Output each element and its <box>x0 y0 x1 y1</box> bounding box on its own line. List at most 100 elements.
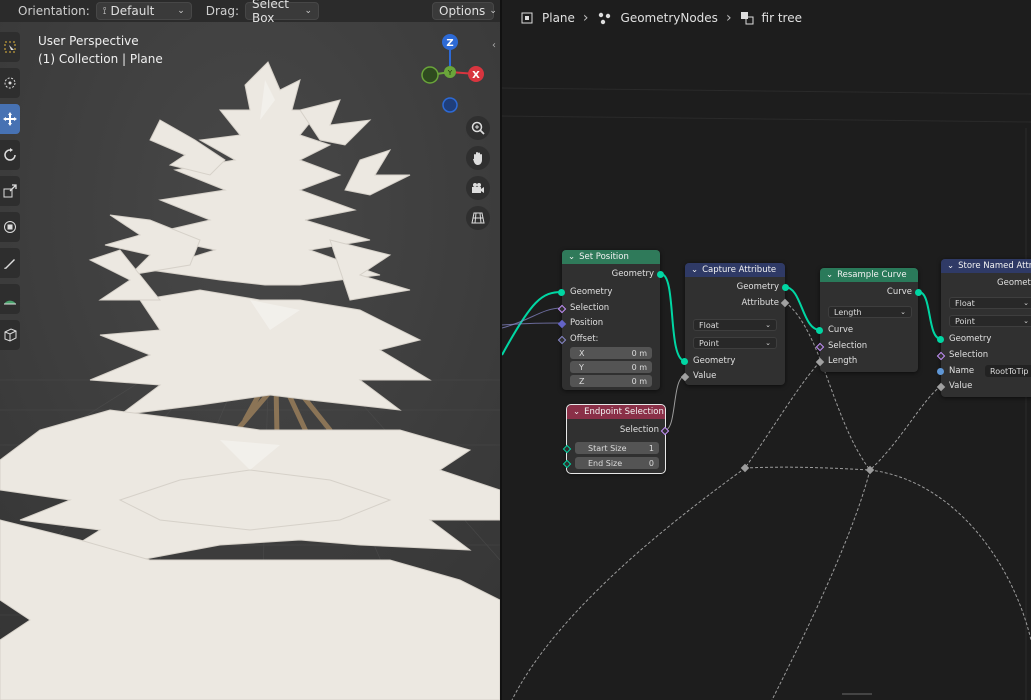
node-resample-curve[interactable]: ⌄ Resample Curve Curve Length ⌄ Curve Sel… <box>815 268 922 372</box>
3d-viewport[interactable]: Orientation: ⟟ Default ⌄ Drag: Select Bo… <box>0 0 500 700</box>
socket-output-curve[interactable] <box>915 289 922 296</box>
output-geometry: Geometry <box>997 277 1031 289</box>
tool-add-cube[interactable] <box>0 320 20 350</box>
tool-select-box[interactable] <box>0 32 20 62</box>
socket-input-curve[interactable] <box>816 327 823 334</box>
node-header[interactable]: ⌄ Store Named Attribute <box>941 259 1031 273</box>
socket-output-geometry[interactable] <box>782 284 789 291</box>
input-position: Position <box>570 317 603 329</box>
node-header[interactable]: ⌄ Endpoint Selection <box>567 405 665 419</box>
collapse-arrow-icon[interactable]: ‹ <box>492 40 496 51</box>
mode-select[interactable]: Length ⌄ <box>828 306 912 318</box>
tool-transform[interactable] <box>0 212 20 242</box>
viewport-info: User Perspective (1) Collection | Plane <box>38 32 163 68</box>
tool-annotate[interactable] <box>0 248 20 278</box>
nav-pan-button[interactable] <box>466 146 490 170</box>
socket-label: Selection <box>570 303 610 313</box>
input-curve: Curve <box>828 324 853 336</box>
node-editor[interactable]: Plane › GeometryNodes › fir tree ⌄ Set P… <box>502 0 1031 700</box>
offset-z-field[interactable]: Z 0 m <box>570 375 652 387</box>
domain-select[interactable]: Point ⌄ <box>693 337 777 349</box>
field-value: 0 m <box>631 362 647 372</box>
socket-label: Position <box>570 318 604 328</box>
collapse-chevron-icon[interactable]: ⌄ <box>826 270 833 280</box>
node-header[interactable]: ⌄ Capture Attribute <box>685 263 785 277</box>
nav-zoom-button[interactable] <box>466 116 490 140</box>
reroute-node[interactable] <box>740 463 750 473</box>
node-header[interactable]: ⌄ Resample Curve <box>820 268 918 282</box>
field-value: 0 m <box>631 348 647 358</box>
socket-input-geometry[interactable] <box>937 336 944 343</box>
socket-label: Geometry <box>570 287 613 297</box>
node-capture-attribute[interactable]: ⌄ Capture Attribute Geometry Attribute F… <box>680 263 790 385</box>
gizmo-x-label: X <box>472 70 480 81</box>
grid-icon <box>471 212 485 224</box>
tool-cursor[interactable] <box>0 68 20 98</box>
node-header[interactable]: ⌄ Set Position <box>562 250 660 264</box>
node-store-named-attribute[interactable]: ⌄ Store Named Attribute Geometry Float ⌄ … <box>936 259 1031 397</box>
node-set-position[interactable]: ⌄ Set Position Geometry Geometry Selecti… <box>557 250 664 390</box>
offset-x-field[interactable]: X 0 m <box>570 347 652 359</box>
node-endpoint-selection[interactable]: ⌄ Endpoint Selection Selection Start Siz… <box>562 404 670 474</box>
start-size-field[interactable]: Start Size 1 <box>575 442 659 454</box>
domain-select[interactable]: Point ⌄ <box>949 315 1031 327</box>
field-label: X <box>579 348 585 358</box>
collapse-chevron-icon[interactable]: ⌄ <box>568 252 575 262</box>
annotate-icon <box>4 259 15 269</box>
options-dropdown[interactable]: Options ⌄ <box>432 2 497 20</box>
socket-label: Geometry <box>949 334 992 344</box>
output-geometry: Geometry <box>612 268 654 280</box>
breadcrumb-node-group[interactable]: fir tree <box>762 11 802 25</box>
node-title: Store Named Attribute <box>958 261 1031 271</box>
collapse-chevron-icon[interactable]: ⌄ <box>573 407 580 417</box>
orientation-label: Orientation: <box>18 4 90 18</box>
breadcrumb-modifier[interactable]: GeometryNodes <box>621 11 718 25</box>
add-cube-icon <box>4 328 17 342</box>
socket-input-geometry[interactable] <box>681 358 688 365</box>
mesh-object-icon <box>521 12 533 24</box>
socket-label: Selection <box>949 350 989 360</box>
tool-scale[interactable] <box>0 176 20 206</box>
tool-rotate[interactable] <box>0 140 20 170</box>
socket-label: Name <box>949 366 975 376</box>
offset-y-field[interactable]: Y 0 m <box>570 361 652 373</box>
data-type-select[interactable]: Float ⌄ <box>693 319 777 331</box>
output-attribute: Attribute <box>741 297 779 309</box>
nav-camera-button[interactable] <box>466 176 490 200</box>
socket-output-geometry[interactable] <box>657 271 664 278</box>
node-title: Resample Curve <box>837 270 907 280</box>
modifier-icon <box>598 12 610 25</box>
hand-icon <box>473 152 482 165</box>
select-value: Point <box>699 338 719 348</box>
data-type-select[interactable]: Float ⌄ <box>949 297 1031 309</box>
gizmo-neg-y-axis[interactable] <box>421 66 439 84</box>
measure-icon <box>4 300 16 305</box>
tool-move[interactable] <box>0 104 20 134</box>
input-value: Value <box>693 370 716 382</box>
breadcrumb-object[interactable]: Plane <box>542 11 575 25</box>
name-field[interactable]: RootToTip <box>985 365 1031 377</box>
tool-measure[interactable] <box>0 284 20 314</box>
navigation-gizmo[interactable]: Z Y X <box>410 30 492 116</box>
collapse-chevron-icon[interactable]: ⌄ <box>947 261 954 271</box>
output-geometry: Geometry <box>737 281 779 293</box>
end-size-field[interactable]: End Size 0 <box>575 457 659 469</box>
socket-label: Geometry <box>693 356 736 366</box>
socket-label: Curve <box>886 287 912 297</box>
nav-ortho-button[interactable] <box>466 206 490 230</box>
socket-label: Value <box>949 381 973 391</box>
orientation-gizmo-icon: ⟟ <box>102 5 107 17</box>
socket-input-geometry[interactable] <box>558 289 565 296</box>
gizmo-neg-z-axis[interactable] <box>442 97 458 113</box>
chevron-right-icon: › <box>725 10 732 26</box>
chevron-down-icon: ⌄ <box>1023 317 1029 325</box>
transform-icon <box>4 221 16 233</box>
socket-input-name[interactable] <box>937 368 944 375</box>
collapse-chevron-icon[interactable]: ⌄ <box>691 265 698 275</box>
field-value: 1 <box>648 443 654 453</box>
orientation-dropdown[interactable]: ⟟ Default ⌄ <box>95 2 192 20</box>
socket-label: Offset: <box>570 334 599 344</box>
chevron-right-icon: › <box>582 10 589 26</box>
drag-dropdown[interactable]: Select Box ⌄ <box>244 0 319 25</box>
node-title: Endpoint Selection <box>584 407 664 417</box>
